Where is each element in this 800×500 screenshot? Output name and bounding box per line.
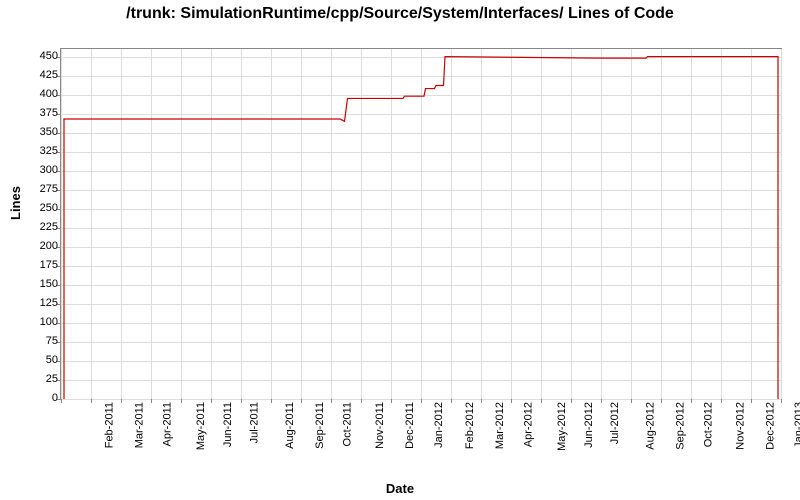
x-tick <box>781 399 782 403</box>
y-tick-label: 375 <box>40 107 58 119</box>
y-tick-label: 125 <box>40 297 58 309</box>
y-tick-label: 250 <box>40 202 58 214</box>
x-tick <box>721 399 722 403</box>
x-tick <box>571 399 572 403</box>
x-tick <box>301 399 302 403</box>
x-tick-label: Jul-2011 <box>248 402 260 443</box>
x-tick <box>601 399 602 403</box>
x-tick-label: Sep-2011 <box>314 402 326 449</box>
x-tick <box>91 399 92 403</box>
x-tick-label: Feb-2011 <box>103 402 115 448</box>
x-tick-label: May-2011 <box>195 402 207 450</box>
x-tick-label: May-2012 <box>556 402 568 451</box>
x-tick-label: Apr-2011 <box>161 402 173 446</box>
x-tick-label: Jul-2012 <box>609 402 621 444</box>
x-tick <box>631 399 632 403</box>
x-tick-label: Mar-2012 <box>494 402 506 449</box>
x-tick <box>421 399 422 403</box>
y-tick-label: 325 <box>40 145 58 157</box>
x-tick <box>481 399 482 403</box>
line-series <box>61 49 781 399</box>
y-tick-label: 75 <box>46 335 58 347</box>
x-tick <box>61 399 62 403</box>
x-tick-label: Aug-2012 <box>645 402 657 450</box>
x-tick-label: Apr-2012 <box>522 402 534 447</box>
y-tick-label: 50 <box>46 354 58 366</box>
x-tick <box>121 399 122 403</box>
x-tick-label: Oct-2012 <box>702 402 714 447</box>
y-tick-label: 450 <box>40 50 58 62</box>
x-tick <box>361 399 362 403</box>
x-tick <box>691 399 692 403</box>
x-tick <box>511 399 512 403</box>
x-tick <box>331 399 332 403</box>
chart-container: /trunk: SimulationRuntime/cpp/Source/Sys… <box>0 0 800 500</box>
plot-area <box>60 48 782 400</box>
x-tick-label: Jan-2012 <box>433 402 445 448</box>
x-axis-label: Date <box>386 481 414 496</box>
y-tick-label: 100 <box>40 316 58 328</box>
y-tick-label: 225 <box>40 221 58 233</box>
y-tick-label: 175 <box>40 259 58 271</box>
x-tick-label: Jun-2012 <box>583 402 595 448</box>
x-tick-label: Nov-2011 <box>374 402 386 449</box>
x-tick <box>211 399 212 403</box>
chart-title: /trunk: SimulationRuntime/cpp/Source/Sys… <box>0 0 800 23</box>
y-tick-label: 275 <box>40 183 58 195</box>
y-tick-label: 350 <box>40 126 58 138</box>
x-tick <box>181 399 182 403</box>
x-tick <box>151 399 152 403</box>
y-tick-label: 25 <box>46 373 58 385</box>
x-tick-label: Aug-2011 <box>284 402 296 449</box>
x-tick-label: Mar-2011 <box>133 402 145 448</box>
y-tick-label: 400 <box>40 88 58 100</box>
x-tick <box>391 399 392 403</box>
y-tick-label: 300 <box>40 164 58 176</box>
y-tick-label: 425 <box>40 69 58 81</box>
x-tick <box>541 399 542 403</box>
x-tick-label: Jan-2013 <box>793 402 800 448</box>
x-tick-label: Dec-2012 <box>765 402 777 450</box>
x-tick <box>241 399 242 403</box>
gridline-v <box>781 49 782 399</box>
x-tick-label: Feb-2012 <box>464 402 476 449</box>
x-tick <box>271 399 272 403</box>
y-tick-label: 150 <box>40 278 58 290</box>
y-axis-label: Lines <box>8 186 23 220</box>
x-tick <box>751 399 752 403</box>
x-tick-label: Dec-2011 <box>404 402 416 449</box>
x-tick-label: Jun-2011 <box>222 402 234 447</box>
x-tick <box>661 399 662 403</box>
y-tick-label: 200 <box>40 240 58 252</box>
x-tick <box>451 399 452 403</box>
y-tick-label: 0 <box>52 392 58 404</box>
x-tick-label: Sep-2012 <box>675 402 687 450</box>
x-tick-label: Nov-2012 <box>735 402 747 450</box>
series-line <box>64 57 778 399</box>
x-tick-label: Oct-2011 <box>341 402 353 446</box>
